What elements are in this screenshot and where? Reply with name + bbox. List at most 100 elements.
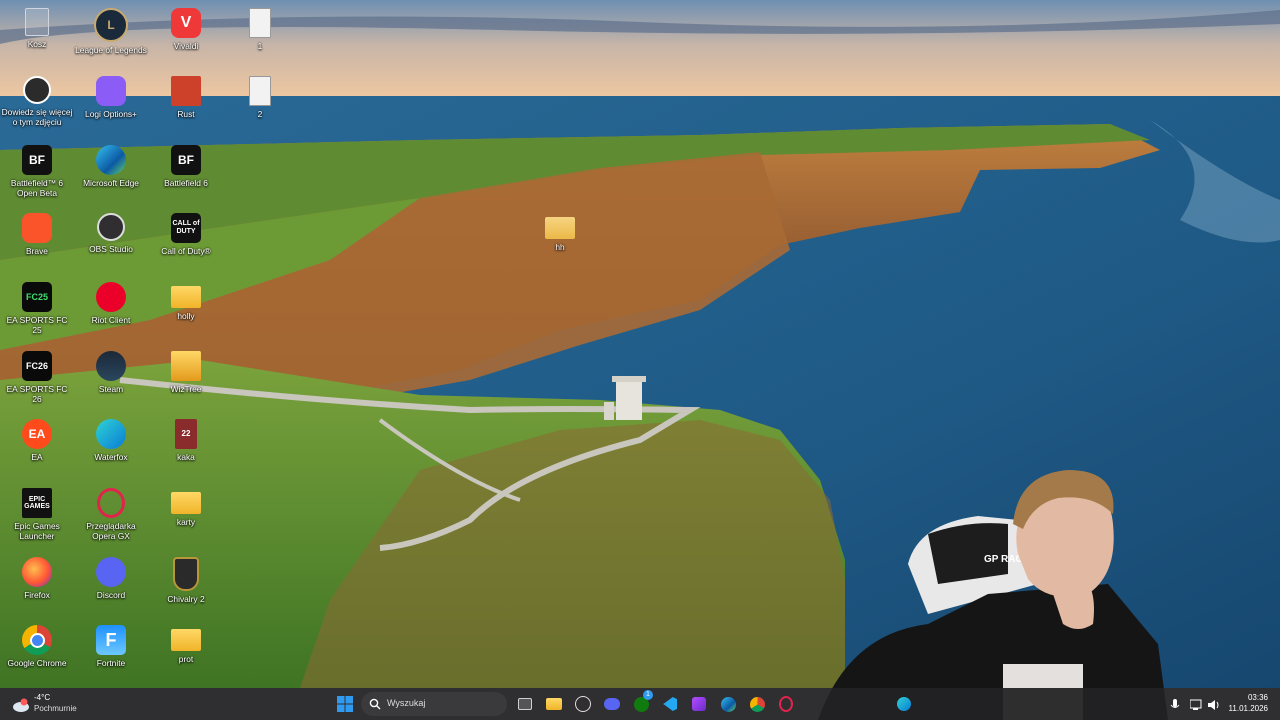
network-icon — [1190, 699, 1202, 710]
desktop-icon-battlefield-beta[interactable]: BF Battlefield™ 6 Open Beta — [0, 141, 74, 207]
desktop-icon-opera-gx[interactable]: Przeglądarka Opera GX — [74, 484, 148, 550]
fc25-icon: FC25 — [22, 282, 52, 312]
search-placeholder: Wyszukaj — [387, 698, 426, 708]
firefox-icon — [22, 557, 52, 587]
camera-info-icon — [23, 76, 51, 104]
taskbar-opera-gx[interactable] — [774, 692, 798, 716]
desktop-icon-label: Riot Client — [91, 315, 131, 325]
desktop-icon-logi-options[interactable]: Logi Options+ — [74, 72, 148, 138]
desktop-icon-label: holly — [177, 311, 195, 321]
desktop-icon-label: Chivalry 2 — [167, 594, 205, 604]
taskbar-file-explorer[interactable] — [542, 692, 566, 716]
desktop-icon-label: EA — [31, 452, 43, 462]
desktop-icon-label: Dowiedz się więcej o tym zdjęciu — [1, 107, 73, 127]
desktop-icon-karty[interactable]: karty — [149, 484, 223, 550]
desktop-icon-file-1[interactable]: 1 — [223, 4, 297, 70]
desktop-icon-chivalry-2[interactable]: Chivalry 2 — [149, 553, 223, 619]
wiztree-icon — [171, 351, 201, 381]
desktop-icon-label: karty — [176, 517, 196, 527]
file-explorer-icon — [546, 698, 562, 710]
desktop-icon-holly[interactable]: holly — [149, 278, 223, 344]
opera-gx-icon — [97, 488, 125, 518]
desktop-icon-label: WizTree — [170, 384, 202, 394]
desktop-icon-brave[interactable]: Brave — [0, 209, 74, 275]
desktop-icon-label: Microsoft Edge — [83, 178, 139, 188]
epic-games-icon: EPIC GAMES — [22, 488, 52, 518]
desktop-icon-firefox[interactable]: Firefox — [0, 553, 74, 619]
discord-icon — [604, 698, 620, 710]
desktop-icon-waterfox[interactable]: Waterfox — [74, 415, 148, 481]
desktop-icon-riot-client[interactable]: Riot Client — [74, 278, 148, 344]
taskbar-vscode[interactable] — [658, 692, 682, 716]
desktop-icon-label: Brave — [26, 246, 48, 256]
battlefield-icon: BF — [22, 145, 52, 175]
desktop-icon-battlefield-6[interactable]: BF Battlefield 6 — [149, 141, 223, 207]
vscode-icon — [663, 697, 677, 711]
search-icon — [369, 698, 381, 710]
microphone-icon — [1170, 699, 1180, 708]
folder-icon — [171, 492, 201, 514]
desktop-icon-hh[interactable]: hh — [523, 209, 597, 275]
clock-date: 11.01.2026 — [1228, 704, 1268, 713]
desktop-icon-wiztree[interactable]: WizTree — [149, 347, 223, 413]
call-of-duty-icon: CALL of DUTY — [171, 213, 201, 243]
desktop-icon-fortnite[interactable]: F Fortnite — [74, 621, 148, 687]
desktop-icon-label: Waterfox — [94, 452, 128, 462]
desktop-icon-label: Kosz — [27, 39, 47, 49]
desktop-icon-ea[interactable]: EA EA — [0, 415, 74, 481]
desktop-icon-fc26[interactable]: FC26 EA SPORTS FC 26 — [0, 347, 74, 413]
fc26-icon: FC26 — [22, 351, 52, 381]
desktop-icon-label: Logi Options+ — [85, 109, 137, 119]
app-icon — [692, 697, 706, 711]
league-of-legends-icon: L — [94, 8, 128, 42]
taskbar-discord[interactable] — [600, 692, 624, 716]
clock[interactable]: 03:36 11.01.2026 — [1208, 692, 1268, 714]
desktop-icon-label: Google Chrome — [7, 658, 67, 668]
taskbar-app[interactable] — [687, 692, 711, 716]
taskbar-xbox[interactable]: 1 — [629, 690, 653, 716]
desktop-icon-label: Epic Games Launcher — [14, 521, 60, 541]
desktop-icon-label: Przeglądarka Opera GX — [86, 521, 136, 541]
desktop-icon-label: prot — [178, 654, 194, 664]
start-button[interactable] — [333, 692, 357, 716]
obs-icon — [575, 696, 591, 712]
desktop-icon-label: 1 — [257, 41, 263, 51]
weather-widget[interactable]: -4°C Pochmurnie — [10, 692, 100, 718]
rust-icon — [171, 76, 201, 106]
vivaldi-icon: V — [171, 8, 201, 38]
desktop-icon-rust[interactable]: Rust — [149, 72, 223, 138]
obs-icon — [97, 213, 125, 241]
taskbar-obs[interactable] — [571, 692, 595, 716]
desktop-icon-learn-more[interactable]: Dowiedz się więcej o tym zdjęciu — [0, 72, 74, 138]
folder-icon — [171, 286, 201, 308]
desktop-icon-epic-games[interactable]: EPIC GAMES Epic Games Launcher — [0, 484, 74, 550]
desktop-icon-recycle-bin[interactable]: Kosz — [0, 4, 74, 70]
cloudy-weather-icon — [13, 698, 29, 712]
webcam-overlay: GP RACER — [818, 470, 1168, 720]
desktop-icon-edge[interactable]: Microsoft Edge — [74, 141, 148, 207]
desktop-icon-label: Fortnite — [96, 658, 126, 668]
desktop-icon-file-2[interactable]: 2 — [223, 72, 297, 138]
desktop-icon-discord[interactable]: Discord — [74, 553, 148, 619]
desktop-icon-obs[interactable]: OBS Studio — [74, 209, 148, 275]
taskbar-search[interactable]: Wyszukaj — [361, 692, 507, 716]
desktop-icon-call-of-duty[interactable]: CALL of DUTY Call of Duty® — [149, 209, 223, 275]
taskbar-edge[interactable] — [716, 692, 740, 716]
taskbar-task-view[interactable] — [513, 692, 537, 716]
chivalry-icon — [173, 557, 199, 591]
windows-logo-icon — [337, 696, 353, 712]
chrome-icon — [749, 696, 765, 712]
ea-icon: EA — [22, 419, 52, 449]
clock-time: 03:36 — [1247, 693, 1268, 702]
desktop-icon-fc25[interactable]: FC25 EA SPORTS FC 25 — [0, 278, 74, 344]
edge-icon — [96, 145, 126, 175]
desktop-icon-league-of-legends[interactable]: L League of Legends — [74, 4, 148, 70]
folder-icon — [171, 629, 201, 651]
taskbar-waterfox[interactable] — [892, 692, 916, 716]
desktop-icon-steam[interactable]: Steam — [74, 347, 148, 413]
desktop-icon-chrome[interactable]: Google Chrome — [0, 621, 74, 687]
taskbar-chrome[interactable] — [745, 692, 769, 716]
desktop-icon-kaka[interactable]: 22 kaka — [149, 415, 223, 481]
desktop-icon-vivaldi[interactable]: V Vivaldi — [149, 4, 223, 70]
desktop-icon-prot[interactable]: prot — [149, 621, 223, 687]
